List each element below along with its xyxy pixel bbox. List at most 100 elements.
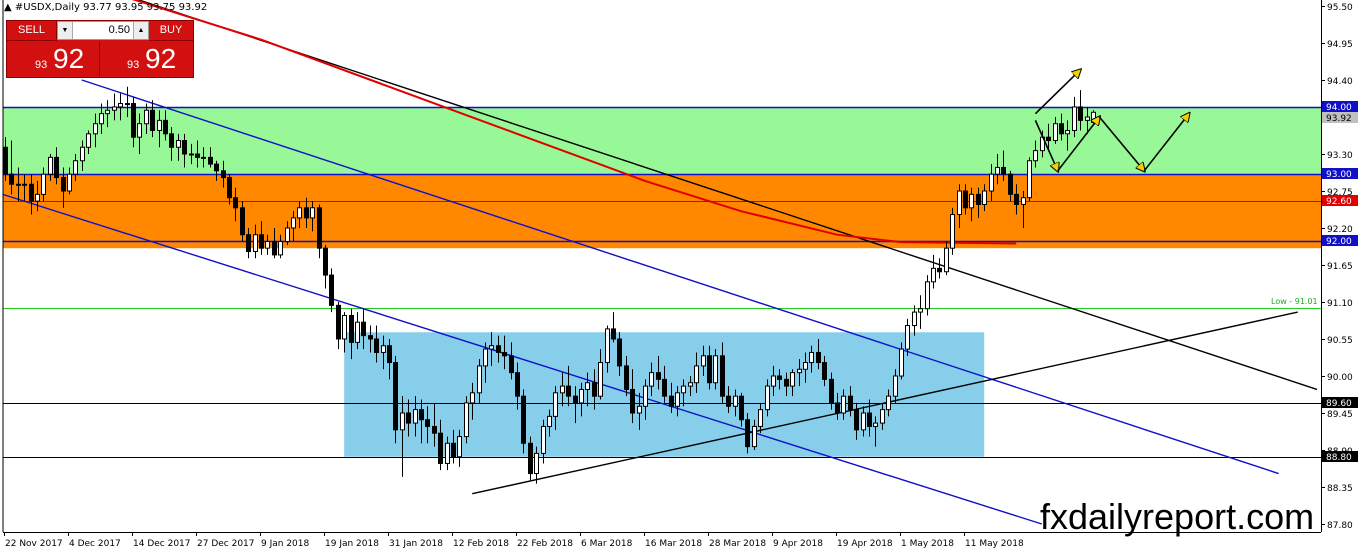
- candle-body-bull: [803, 362, 808, 370]
- candle-body-bull: [291, 217, 296, 229]
- candle-body-bull: [157, 119, 162, 131]
- candle-body-bull: [880, 409, 885, 424]
- candle-body-bull: [681, 385, 686, 394]
- candle-body-bear: [854, 409, 859, 431]
- candle-body-bear: [573, 395, 578, 404]
- x-tick-label: 6 Mar 2018: [581, 539, 633, 549]
- candle-body-bear: [214, 163, 219, 172]
- candle-body-bear: [259, 234, 264, 249]
- candle-body-bull: [957, 190, 962, 216]
- sell-price-big: 92: [53, 43, 85, 74]
- candle-body-bear: [745, 419, 750, 448]
- candle-body-bull: [93, 123, 98, 135]
- candle-body-bull: [1065, 129, 1070, 135]
- candle-body-bear: [349, 314, 354, 343]
- candle-body-bear: [317, 207, 322, 249]
- sell-button[interactable]: SELL: [7, 21, 57, 41]
- candle-body-bear: [566, 385, 571, 397]
- candle-body-bear: [368, 335, 373, 340]
- candle-body-bull: [873, 422, 878, 427]
- candle-body-bull: [643, 385, 648, 407]
- candle-body-bear: [617, 338, 622, 367]
- candle-body-bear: [304, 207, 309, 219]
- candle-body-bear: [835, 402, 840, 414]
- candle-body-bull: [598, 362, 603, 397]
- lot-size-value[interactable]: 0.50: [74, 22, 132, 39]
- candle-body-bear: [963, 190, 968, 209]
- candle-body-bull: [342, 314, 347, 340]
- candle-body-bull: [464, 402, 469, 438]
- candle-body-bull: [1072, 106, 1077, 131]
- candle-body-bear: [707, 355, 712, 384]
- candle-body-bull: [118, 103, 123, 108]
- candle-body-bear: [336, 304, 341, 340]
- candle-body-bear: [221, 170, 226, 179]
- chart-header: ▲ #USDX,Daily 93.77 93.95 93.75 93.92: [4, 2, 207, 13]
- candle-body-bull: [253, 234, 258, 253]
- candle-body-bear: [329, 274, 334, 306]
- y-tick-label: 91.10: [1327, 299, 1353, 309]
- y-tick-label: 92.20: [1327, 225, 1353, 235]
- candle-body-bear: [361, 321, 366, 337]
- candle-body-bull: [125, 103, 130, 106]
- lot-decrease-icon[interactable]: ▼: [58, 22, 73, 39]
- y-tick-label: 90.00: [1327, 373, 1353, 383]
- candle-body-bull: [144, 109, 149, 125]
- candle-body-bull: [265, 240, 270, 249]
- candle-body-bull: [16, 183, 21, 186]
- candle-body-bull: [1027, 160, 1032, 199]
- candle-body-bull: [381, 345, 386, 353]
- candle-body-bear: [272, 240, 277, 256]
- candle-body-bear: [54, 156, 59, 179]
- price-label-text: 92.60: [1326, 197, 1352, 207]
- lot-size-stepper[interactable]: ▼ 0.50 ▲: [57, 21, 149, 40]
- candle-body-bear: [425, 419, 430, 427]
- collapse-arrow-icon[interactable]: ▲: [4, 2, 12, 13]
- sell-price[interactable]: 93 92: [7, 42, 100, 76]
- candle-body-bull: [355, 321, 360, 343]
- buy-price-small: 93: [127, 59, 140, 71]
- lot-increase-icon[interactable]: ▲: [133, 22, 148, 39]
- candle-body-bear: [208, 156, 213, 165]
- x-tick-label: 31 Jan 2018: [389, 539, 443, 549]
- candle-body-bull: [637, 405, 642, 414]
- candle-body-bear: [848, 395, 853, 411]
- candle-body-bear: [163, 119, 168, 135]
- x-tick-label: 4 Dec 2017: [69, 539, 121, 549]
- candle-body-bull: [649, 372, 654, 387]
- x-tick-label: 22 Nov 2017: [5, 539, 63, 549]
- x-tick-label: 19 Jan 2018: [325, 539, 379, 549]
- candle-body-bull: [553, 392, 558, 417]
- candle-body-bear: [867, 412, 872, 427]
- candle-body-bull: [931, 267, 936, 283]
- sell-price-small: 93: [35, 59, 48, 71]
- candle-body-bull: [86, 133, 91, 148]
- candle-body-bull: [310, 207, 315, 219]
- x-tick-label: 28 Mar 2018: [709, 539, 766, 549]
- candle-body-bear: [150, 109, 155, 131]
- candle-body-bull: [105, 109, 110, 115]
- candle-body-bear: [669, 395, 674, 407]
- x-tick-label: 12 Feb 2018: [453, 539, 509, 549]
- candle-body-bear: [656, 372, 661, 380]
- candle-body-bull: [841, 395, 846, 414]
- candle-body-bear: [1008, 173, 1013, 195]
- candle: [528, 436, 533, 481]
- candle-body-bear: [1046, 136, 1051, 142]
- candle-body-bear: [528, 442, 533, 475]
- candle-body-bull: [771, 375, 776, 387]
- zone-band: [3, 106, 1321, 175]
- candle-body-bear: [3, 146, 8, 175]
- buy-button[interactable]: BUY: [149, 21, 193, 41]
- price-chart[interactable]: 95.5094.9594.4093.8593.3092.7592.2091.65…: [0, 0, 1362, 554]
- candle-body-bull: [995, 166, 1000, 175]
- candle-body-bear: [387, 345, 392, 364]
- candle-body-bear: [726, 395, 731, 407]
- candle-body-bear: [1078, 106, 1083, 121]
- candle-body-bear: [502, 351, 507, 357]
- candle-body-bear: [432, 425, 437, 434]
- candle-body-bull: [797, 368, 802, 374]
- y-tick-label: 91.65: [1327, 262, 1353, 272]
- buy-price[interactable]: 93 92: [101, 42, 193, 76]
- candle-body-bull: [201, 156, 206, 159]
